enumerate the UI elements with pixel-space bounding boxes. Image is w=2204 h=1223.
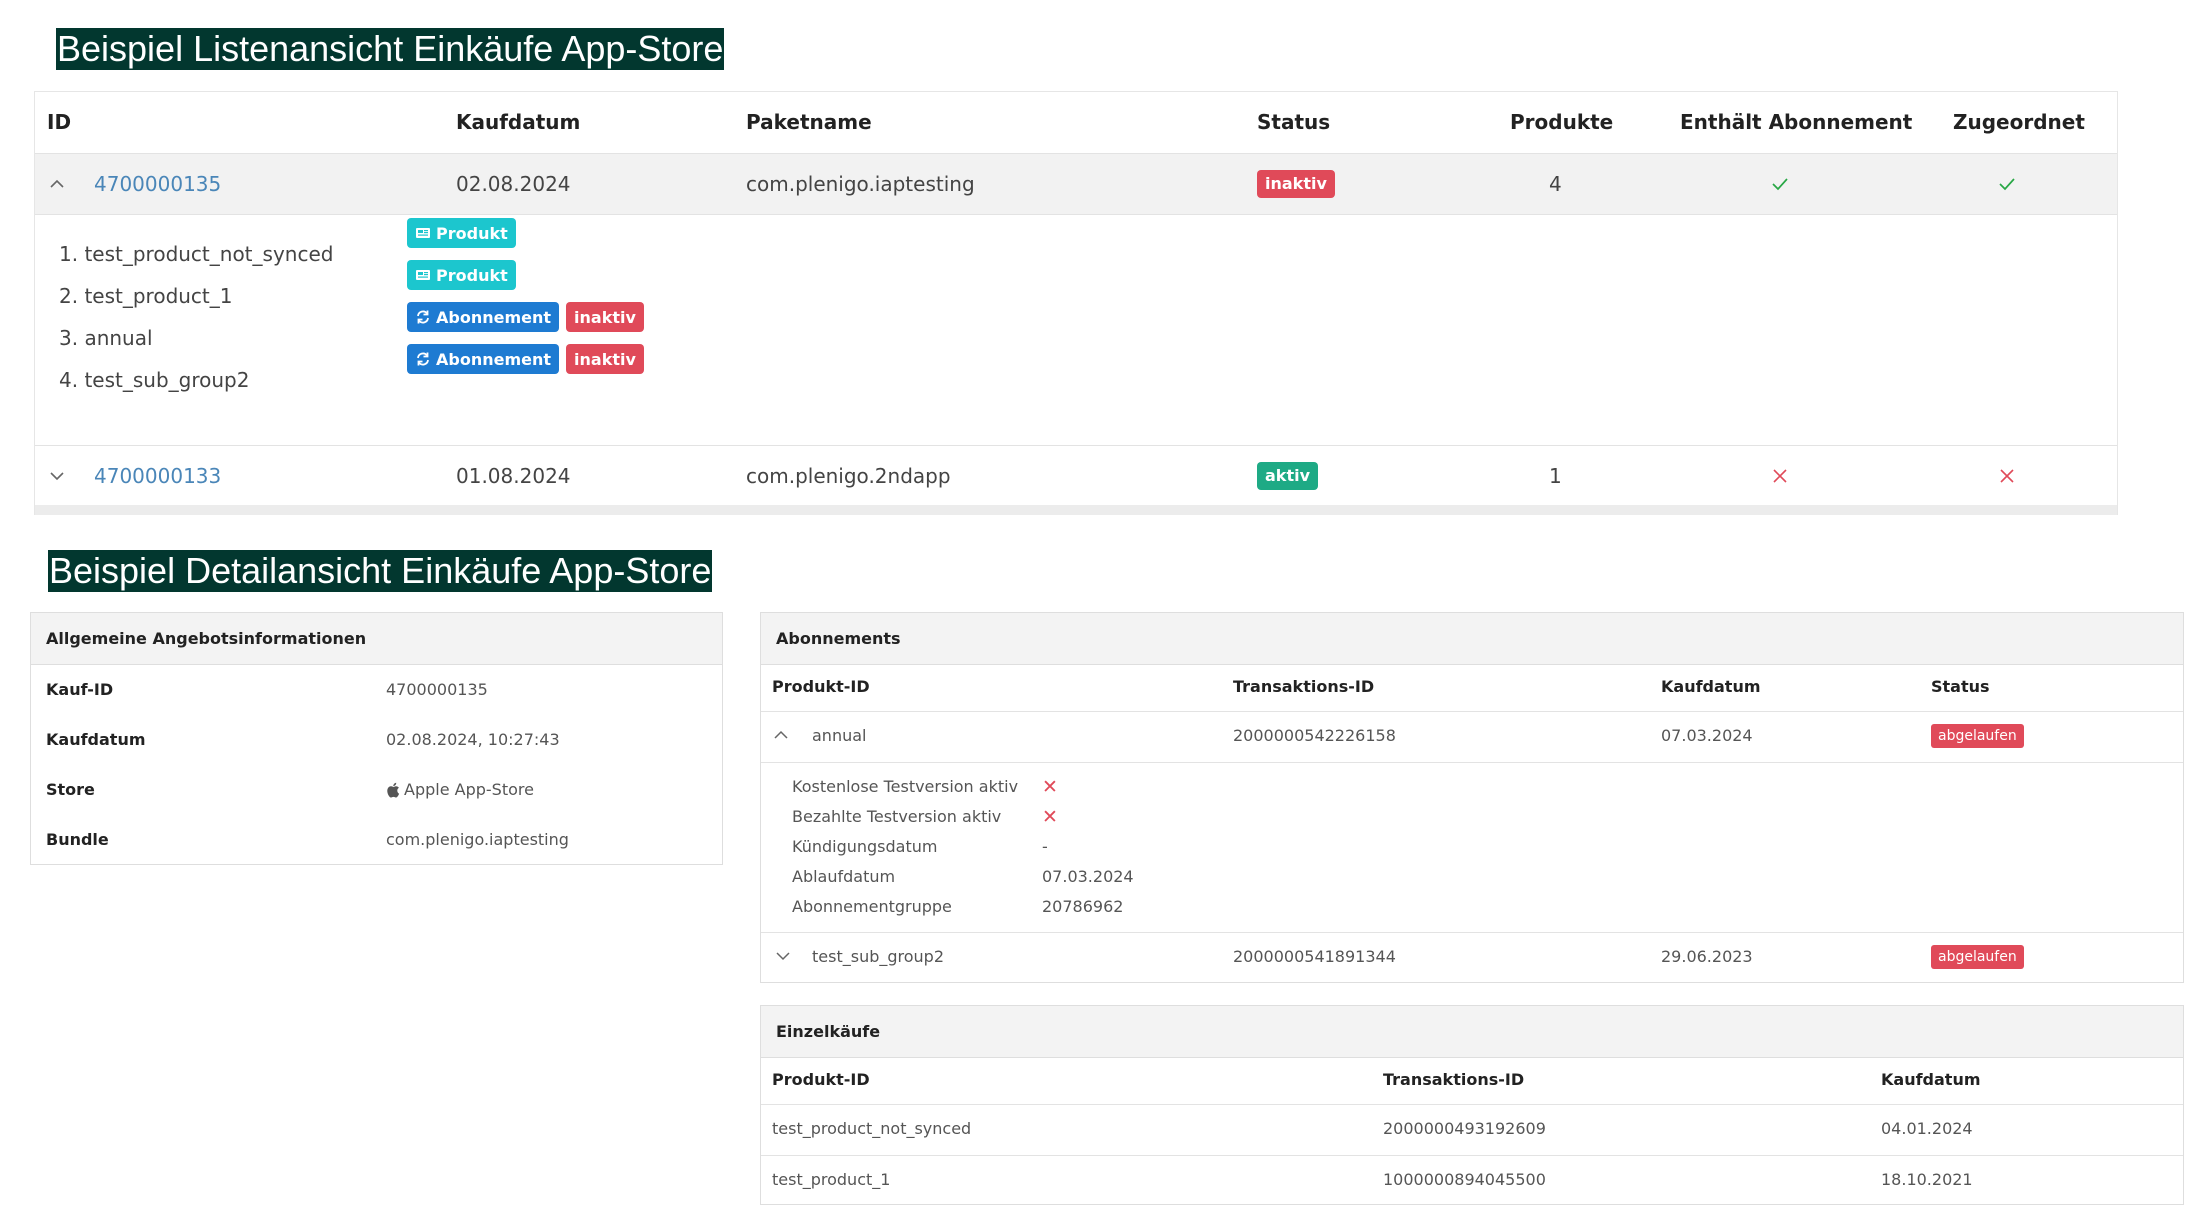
products-count: 4 [1549, 172, 1562, 196]
card-heading: Allgemeine Angebotsinformationen [31, 613, 722, 665]
purchase-row[interactable]: 4700000133 01.08.2024 com.plenigo.2ndapp… [35, 445, 2117, 505]
detail-label: Ablaufdatum [792, 867, 896, 886]
field-label: Kauf-ID [46, 680, 114, 699]
detail-label: Kostenlose Testversion aktiv [792, 777, 1019, 796]
status-badge: aktiv [1257, 461, 1318, 490]
table-row: test_product_1 1000000894045500 18.10.20… [761, 1156, 2183, 1205]
subscriptions-card: Abonnements Produkt-ID Transaktions-ID K… [760, 612, 2184, 983]
newspaper-icon [416, 270, 430, 280]
field-value: com.plenigo.iaptesting [386, 830, 569, 849]
card-heading: Einzelkäufe [761, 1006, 2183, 1058]
column-header-id: ID [47, 110, 72, 134]
field-label: Store [46, 780, 95, 799]
purchase-product-id: test_product_1 [772, 1170, 891, 1189]
status-tag: inaktiv [566, 302, 644, 332]
package-name: com.plenigo.2ndapp [746, 463, 951, 488]
purchase-id-link[interactable]: 4700000133 [94, 446, 221, 505]
subscription-row[interactable]: annual 2000000542226158 07.03.2024 abgel… [761, 712, 2183, 762]
purchase-transaction-id: 2000000493192609 [1383, 1119, 1546, 1138]
chevron-down-icon[interactable] [776, 949, 790, 963]
apple-icon [387, 782, 400, 798]
purchase-date: 18.10.2021 [1881, 1170, 1973, 1189]
product-list-item-label: 3. annual [59, 326, 153, 350]
product-list-item-label: 1. test_product_not_synced [59, 242, 334, 266]
subscription-date: 29.06.2023 [1661, 947, 1753, 966]
products-count: 1 [1549, 463, 1562, 488]
checkmark-icon [1997, 154, 2017, 214]
column-header-assigned: Zugeordnet [1953, 110, 2085, 134]
column-header-product-id: Produkt-ID [772, 1070, 870, 1089]
cross-icon [1999, 446, 2015, 505]
cross-icon [1772, 446, 1788, 505]
purchase-date: 01.08.2024 [456, 463, 571, 488]
subscription-product-id: annual [812, 726, 867, 745]
cross-icon: ✕ [1042, 806, 1058, 828]
single-purchases-card: Einzelkäufe Produkt-ID Transaktions-ID K… [760, 1005, 2184, 1205]
field-label: Bundle [46, 830, 109, 849]
chevron-down-icon[interactable] [49, 446, 65, 505]
field-value: 02.08.2024, 10:27:43 [386, 730, 560, 749]
column-header-product-id: Produkt-ID [772, 677, 870, 696]
chevron-up-icon[interactable] [49, 154, 65, 214]
detail-label: Abonnementgruppe [792, 897, 952, 916]
detail-value: 20786962 [1042, 897, 1124, 916]
newspaper-icon [416, 228, 430, 238]
status-badge: abgelaufen [1931, 724, 2024, 748]
detail-view-title: Beispiel Detailansicht Einkäufe App-Stor… [48, 550, 713, 592]
subscription-date: 07.03.2024 [1661, 726, 1753, 745]
detail-label: Kündigungsdatum [792, 837, 938, 856]
subscription-row[interactable]: test_sub_group2 2000000541891344 29.06.2… [761, 933, 2183, 983]
purchase-row[interactable]: 4700000135 02.08.2024 com.plenigo.iaptes… [35, 153, 2117, 215]
subscription-transaction-id: 2000000542226158 [1233, 726, 1396, 745]
field-label: Kaufdatum [46, 730, 146, 749]
column-header-has-subscription: Enthält Abonnement [1680, 110, 1913, 134]
column-header-status: Status [1257, 110, 1331, 134]
cross-icon: ✕ [1042, 776, 1058, 798]
status-badge: abgelaufen [1931, 945, 2024, 969]
checkmark-icon [1770, 154, 1790, 214]
column-header-transaction-id: Transaktions-ID [1383, 1070, 1525, 1089]
column-header-transaction-id: Transaktions-ID [1233, 677, 1375, 696]
table-row: test_product_not_synced 2000000493192609… [761, 1105, 2183, 1155]
package-name: com.plenigo.iaptesting [746, 172, 975, 196]
product-type-tag: Produkt [407, 218, 516, 248]
detail-value: 07.03.2024 [1042, 867, 1134, 886]
refresh-icon [417, 310, 429, 324]
detail-value: - [1042, 837, 1048, 856]
field-value: 4700000135 [386, 680, 488, 699]
purchase-date: 02.08.2024 [456, 172, 571, 196]
card-heading: Abonnements [761, 613, 2183, 665]
subscription-product-id: test_sub_group2 [812, 947, 945, 966]
column-header-purchase-date: Kaufdatum [1661, 677, 1761, 696]
list-view-title: Beispiel Listenansicht Einkäufe App-Stor… [56, 28, 725, 70]
status-badge: inaktiv [1257, 170, 1335, 198]
column-header-products: Produkte [1510, 110, 1614, 134]
purchase-date: 04.01.2024 [1881, 1119, 1973, 1138]
purchase-transaction-id: 1000000894045500 [1383, 1170, 1546, 1189]
status-tag: inaktiv [566, 344, 644, 374]
column-header-purchase-date: Kaufdatum [1881, 1070, 1981, 1089]
column-header-date: Kaufdatum [456, 110, 581, 134]
detail-label: Bezahlte Testversion aktiv [792, 807, 1002, 826]
table-footer [35, 505, 2117, 515]
subscription-transaction-id: 2000000541891344 [1233, 947, 1396, 966]
purchases-list-table: ID Kaufdatum Paketname Status Produkte E… [34, 91, 2118, 515]
subscription-type-tag: Abonnement [407, 344, 560, 374]
chevron-up-icon[interactable] [774, 728, 788, 742]
refresh-icon [417, 352, 429, 366]
subscription-type-tag: Abonnement [407, 302, 560, 332]
field-value: Apple App-Store [386, 780, 534, 800]
product-list-item-label: 4. test_sub_group2 [59, 368, 250, 392]
column-header-status: Status [1931, 677, 1990, 696]
purchase-product-id: test_product_not_synced [772, 1119, 972, 1138]
product-type-tag: Produkt [407, 260, 516, 290]
general-info-card: Allgemeine Angebotsinformationen Kauf-ID… [30, 612, 723, 865]
product-list-item-label: 2. test_product_1 [59, 284, 233, 308]
purchase-id-link[interactable]: 4700000135 [94, 154, 221, 214]
column-header-package: Paketname [746, 110, 872, 134]
